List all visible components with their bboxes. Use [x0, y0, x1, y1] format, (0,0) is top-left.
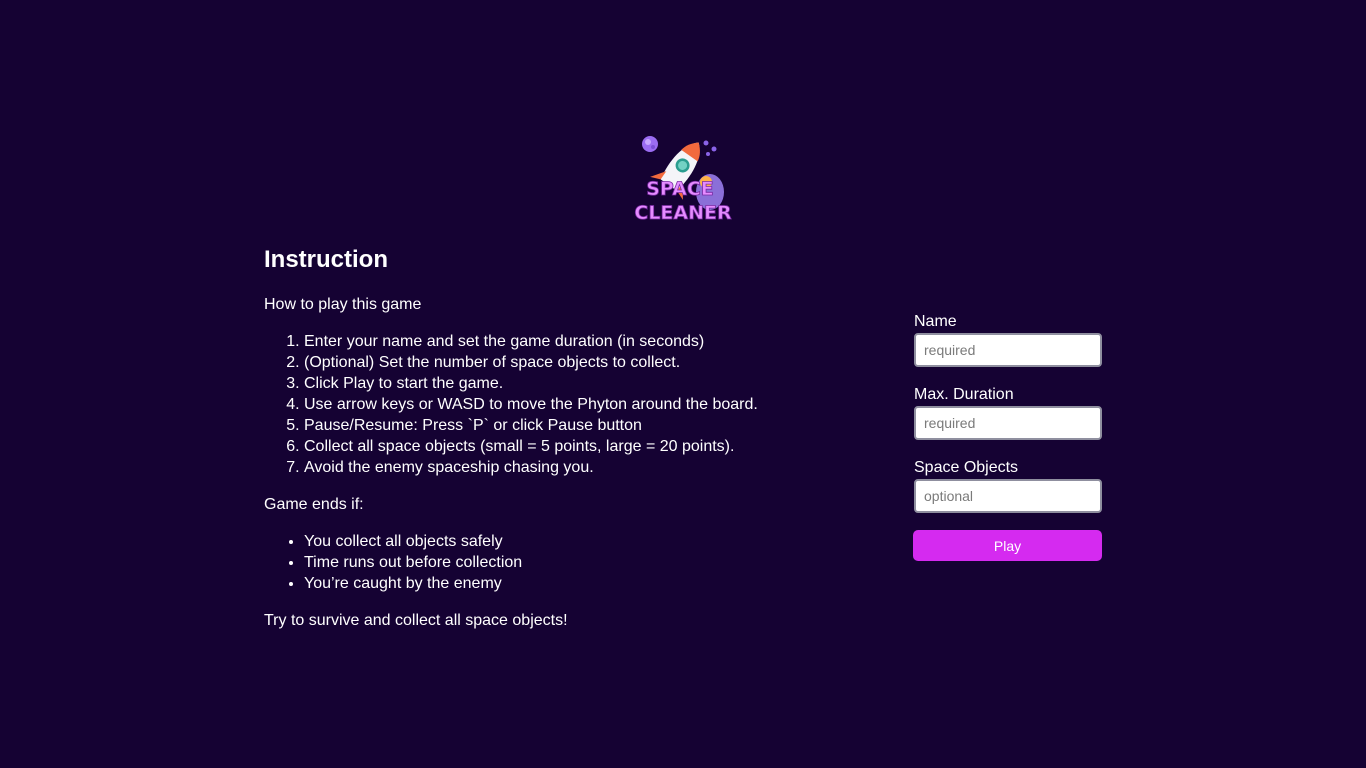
duration-field-group: Max. Duration	[913, 385, 1103, 440]
game-ends-list: You collect all objects safely Time runs…	[264, 531, 824, 594]
steps-list: Enter your name and set the game duratio…	[264, 331, 824, 478]
duration-label: Max. Duration	[914, 386, 1014, 403]
instructions-panel: Instruction How to play this game Enter …	[264, 243, 824, 631]
name-label: Name	[914, 313, 957, 330]
start-screen: SPACE CLEANER Instruction How to play th…	[0, 0, 1366, 768]
end-condition-item: You collect all objects safely	[304, 531, 824, 552]
instructions-intro: How to play this game	[264, 296, 422, 313]
logo-line2: CLEANER	[634, 202, 732, 224]
step-item: Pause/Resume: Press `P` or click Pause b…	[304, 415, 824, 436]
space-cleaner-logo: SPACE CLEANER	[628, 132, 732, 226]
step-item: Click Play to start the game.	[304, 373, 824, 394]
objects-input[interactable]	[914, 479, 1102, 513]
end-condition-item: Time runs out before collection	[304, 552, 824, 573]
game-setup-form: Name Max. Duration Space Objects Play	[913, 312, 1103, 561]
objects-label: Space Objects	[914, 459, 1019, 476]
play-button[interactable]: Play	[913, 530, 1102, 561]
step-item: Enter your name and set the game duratio…	[304, 331, 824, 352]
duration-input[interactable]	[914, 406, 1102, 440]
step-item: (Optional) Set the number of space objec…	[304, 352, 824, 373]
objects-field-group: Space Objects	[913, 458, 1103, 513]
rocket-logo-icon: SPACE CLEANER	[634, 136, 732, 224]
name-field-group: Name	[913, 312, 1103, 367]
step-item: Avoid the enemy spaceship chasing you.	[304, 457, 824, 478]
step-item: Use arrow keys or WASD to move the Phyto…	[304, 394, 824, 415]
game-ends-title: Game ends if:	[264, 496, 364, 513]
step-item: Collect all space objects (small = 5 poi…	[304, 436, 824, 457]
name-input[interactable]	[914, 333, 1102, 367]
end-condition-item: You’re caught by the enemy	[304, 573, 824, 594]
instructions-title: Instruction	[264, 246, 388, 273]
instructions-outro: Try to survive and collect all space obj…	[264, 612, 568, 629]
logo-line1: SPACE	[646, 178, 714, 200]
